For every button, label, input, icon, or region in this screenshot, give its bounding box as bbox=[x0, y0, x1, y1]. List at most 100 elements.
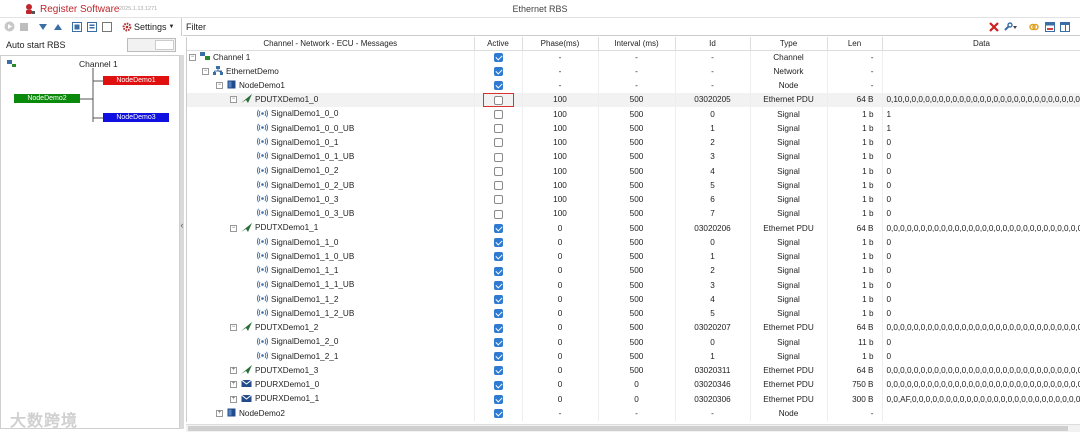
cell-interval[interactable]: 500 bbox=[598, 206, 676, 221]
table-row[interactable]: + NodeDemo2- - - Node - bbox=[187, 406, 1080, 421]
active-checkbox[interactable] bbox=[493, 380, 503, 390]
cell-interval[interactable]: 500 bbox=[598, 263, 676, 278]
cell-phase[interactable]: 0 bbox=[522, 278, 599, 293]
active-checkbox[interactable] bbox=[493, 366, 503, 376]
cell-data[interactable]: 0,0,0,0,0,0,0,0,0,0,0,0,0,0,0,0,0,0,0,0,… bbox=[882, 320, 1080, 335]
collapse-icon[interactable]: − bbox=[189, 53, 196, 61]
cell-phase[interactable]: 0 bbox=[522, 249, 599, 264]
cell-interval[interactable]: 500 bbox=[598, 178, 676, 193]
cell-phase[interactable]: 0 bbox=[522, 292, 599, 307]
clear-filter-icon[interactable] bbox=[988, 21, 999, 32]
table-row[interactable]: SignalDemo1_1_2_UB 0 500 5 Signal 1 b0 bbox=[187, 306, 1080, 321]
table-row[interactable]: SignalDemo1_0_1 100 500 2 Signal 1 b0 bbox=[187, 135, 1080, 150]
cell-data[interactable]: 0 bbox=[882, 292, 1080, 307]
table-row[interactable]: SignalDemo1_1_0_UB 0 500 1 Signal 1 b0 bbox=[187, 249, 1080, 264]
move-down-icon[interactable] bbox=[37, 21, 48, 32]
cell-data[interactable]: 0,0,0,0,0,0,0,0,0,0,0,0,0,0,0,0,0,0,0,0,… bbox=[882, 221, 1080, 236]
cell-interval[interactable]: - bbox=[598, 406, 676, 421]
cell-interval[interactable]: 500 bbox=[598, 164, 676, 179]
col-header-len[interactable]: Len bbox=[827, 37, 883, 51]
cell-interval[interactable]: 500 bbox=[598, 121, 676, 136]
cell-phase[interactable]: 100 bbox=[522, 192, 599, 207]
active-checkbox[interactable] bbox=[493, 209, 503, 219]
cell-data[interactable]: 0 bbox=[882, 135, 1080, 150]
table-row[interactable]: − PDUTXDemo1_1 0 500 03020206 Ethernet PDU 64 … bbox=[187, 221, 1080, 236]
cell-phase[interactable]: 0 bbox=[522, 392, 599, 407]
cell-data[interactable]: 0 bbox=[882, 335, 1080, 350]
start-icon[interactable] bbox=[4, 21, 15, 32]
select-all-icon[interactable] bbox=[71, 21, 82, 32]
cell-phase[interactable]: 100 bbox=[522, 92, 599, 107]
stop-icon[interactable] bbox=[18, 21, 29, 32]
collapse-icon[interactable]: − bbox=[230, 224, 237, 232]
table-row[interactable]: SignalDemo1_1_2 0 500 4 Signal 1 b0 bbox=[187, 292, 1080, 307]
active-checkbox[interactable] bbox=[493, 124, 503, 134]
col-header-interval[interactable]: Interval (ms) bbox=[598, 37, 676, 51]
cell-interval[interactable]: 500 bbox=[598, 135, 676, 150]
filter-input[interactable]: Filter bbox=[186, 22, 206, 32]
export-icon[interactable] bbox=[1044, 21, 1055, 32]
cell-interval[interactable]: 500 bbox=[598, 335, 676, 350]
cell-interval[interactable]: - bbox=[598, 50, 676, 65]
table-row[interactable]: − NodeDemo1- - - Node - bbox=[187, 78, 1080, 93]
cell-phase[interactable]: - bbox=[522, 406, 599, 421]
cell-interval[interactable]: 500 bbox=[598, 221, 676, 236]
cell-data[interactable]: 0 bbox=[882, 306, 1080, 321]
active-checkbox[interactable] bbox=[493, 152, 503, 162]
cell-interval[interactable]: 500 bbox=[598, 192, 676, 207]
table-row[interactable]: − Channel 1- - - Channel - bbox=[187, 50, 1080, 65]
settings-button[interactable]: Settings ▼ bbox=[122, 21, 174, 33]
cell-phase[interactable]: 0 bbox=[522, 335, 599, 350]
active-checkbox[interactable] bbox=[493, 295, 503, 305]
table-row[interactable]: + PDURXDemo1_1 0 0 03020306 Ethernet PDU 300 B… bbox=[187, 392, 1080, 407]
cell-phase[interactable]: 0 bbox=[522, 221, 599, 236]
table-row[interactable]: + PDUTXDemo1_3 0 500 03020311 Ethernet PDU 64 … bbox=[187, 363, 1080, 378]
cell-phase[interactable]: 100 bbox=[522, 149, 599, 164]
cell-data[interactable]: 0 bbox=[882, 178, 1080, 193]
cell-data[interactable]: 0 bbox=[882, 206, 1080, 221]
vertical-scrollbar[interactable] bbox=[180, 55, 184, 429]
cell-interval[interactable]: - bbox=[598, 78, 676, 93]
expand-icon[interactable]: + bbox=[230, 381, 237, 389]
cell-interval[interactable]: 500 bbox=[598, 292, 676, 307]
tools-icon[interactable] bbox=[1003, 21, 1017, 32]
cell-interval[interactable]: 0 bbox=[598, 377, 676, 392]
cell-data[interactable]: 0 bbox=[882, 278, 1080, 293]
col-header-type[interactable]: Type bbox=[750, 37, 828, 51]
table-row[interactable]: SignalDemo1_0_0_UB 100 500 1 Signal 1 b1 bbox=[187, 121, 1080, 136]
table-row[interactable]: SignalDemo1_0_2_UB 100 500 5 Signal 1 b0 bbox=[187, 178, 1080, 193]
cell-data[interactable]: 0,0,AF,0,0,0,0,0,0,0,0,0,0,0,0,0,0,0,0,0… bbox=[882, 392, 1080, 407]
active-checkbox[interactable] bbox=[493, 352, 503, 362]
table-row[interactable]: SignalDemo1_2_1 0 500 1 Signal 1 b0 bbox=[187, 349, 1080, 364]
active-checkbox[interactable] bbox=[493, 109, 503, 119]
cell-data[interactable]: 1 bbox=[882, 107, 1080, 122]
cell-data[interactable]: 0 bbox=[882, 263, 1080, 278]
horizontal-scrollbar[interactable] bbox=[186, 424, 1080, 432]
link-icon[interactable] bbox=[1028, 21, 1039, 32]
cell-phase[interactable]: 100 bbox=[522, 164, 599, 179]
active-checkbox[interactable] bbox=[493, 223, 503, 233]
expand-icon[interactable]: + bbox=[230, 367, 237, 375]
cell-phase[interactable]: 0 bbox=[522, 263, 599, 278]
cell-data[interactable]: 0 bbox=[882, 349, 1080, 364]
cell-phase[interactable]: 100 bbox=[522, 121, 599, 136]
collapse-icon[interactable]: − bbox=[216, 82, 223, 90]
table-row[interactable]: + PDURXDemo1_0 0 0 03020346 Ethernet PDU 750 B… bbox=[187, 377, 1080, 392]
active-checkbox[interactable] bbox=[493, 67, 503, 77]
deselect-all-icon[interactable] bbox=[101, 21, 112, 32]
collapse-panel-icon[interactable]: ‹ bbox=[178, 220, 186, 234]
cell-data[interactable] bbox=[882, 78, 1080, 93]
active-checkbox[interactable] bbox=[493, 138, 503, 148]
cell-interval[interactable]: 500 bbox=[598, 92, 676, 107]
cell-phase[interactable]: 0 bbox=[522, 349, 599, 364]
active-checkbox[interactable] bbox=[493, 323, 503, 333]
cell-data[interactable]: 0 bbox=[882, 235, 1080, 250]
table-row[interactable]: SignalDemo1_1_0 0 500 0 Signal 1 b0 bbox=[187, 235, 1080, 250]
table-row[interactable]: SignalDemo1_1_1 0 500 2 Signal 1 b0 bbox=[187, 263, 1080, 278]
table-row[interactable]: SignalDemo1_0_3_UB 100 500 7 Signal 1 b0 bbox=[187, 206, 1080, 221]
active-checkbox[interactable] bbox=[493, 309, 503, 319]
cell-phase[interactable]: - bbox=[522, 64, 599, 79]
cell-interval[interactable]: 500 bbox=[598, 107, 676, 122]
active-checkbox[interactable] bbox=[493, 266, 503, 276]
table-row[interactable]: SignalDemo1_2_0 0 500 0 Signal 11 b0 bbox=[187, 335, 1080, 350]
